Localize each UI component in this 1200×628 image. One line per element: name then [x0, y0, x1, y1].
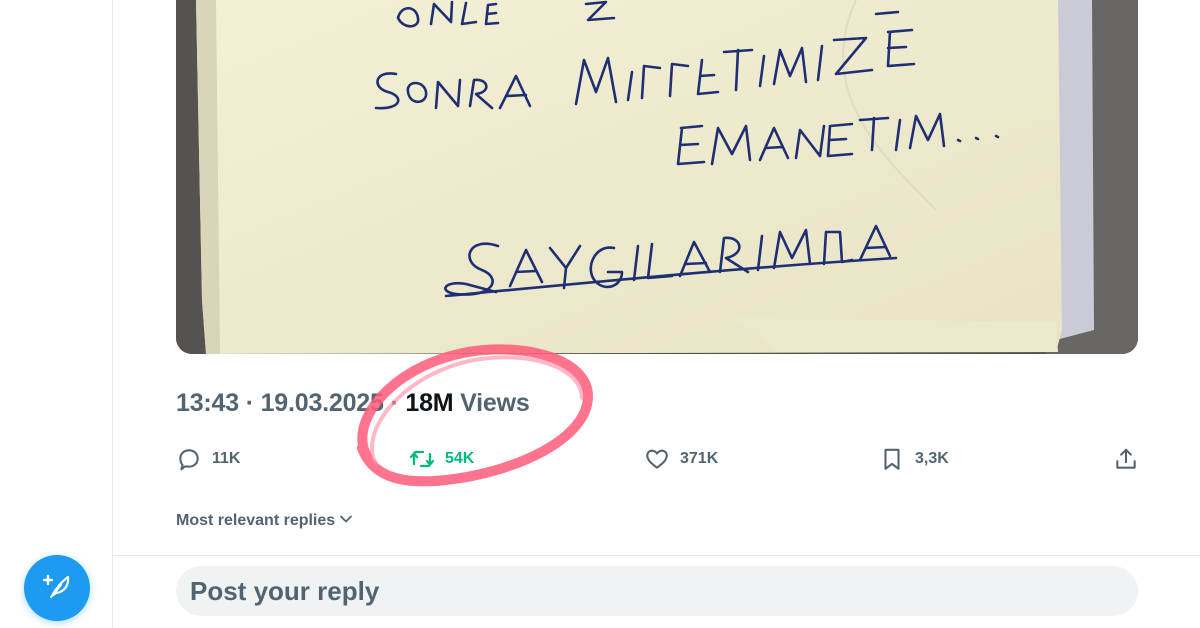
heart-icon: [644, 446, 670, 472]
views-count: 18M: [405, 389, 454, 417]
meta-separator: ·: [245, 389, 254, 417]
compose-post-button[interactable]: [24, 555, 90, 621]
tweet-image[interactable]: [176, 0, 1138, 354]
reply-button[interactable]: 11K: [176, 438, 240, 480]
retweet-icon: [409, 446, 435, 472]
bookmark-button[interactable]: 3,3K: [879, 438, 949, 480]
reply-input[interactable]: Post your reply: [176, 566, 1138, 616]
tweet-actions-bar: 11K 54K 371K 3,3K: [176, 438, 1138, 480]
compose-feather-icon: [42, 571, 72, 606]
bookmark-count: 3,3K: [915, 450, 949, 467]
reply-input-placeholder: Post your reply: [190, 575, 380, 606]
views-label: Views: [460, 389, 530, 417]
bookmark-icon: [879, 446, 905, 472]
left-sidebar: [0, 0, 113, 628]
reply-sort-label: Most relevant replies: [176, 512, 336, 529]
reply-count: 11K: [212, 450, 241, 467]
reply-icon: [176, 446, 202, 472]
reply-sort-dropdown[interactable]: Most relevant replies: [176, 508, 353, 534]
retweet-count: 54K: [445, 450, 475, 467]
share-button[interactable]: [1113, 438, 1139, 480]
retweet-button[interactable]: 54K: [409, 438, 474, 480]
tweet-date[interactable]: 19.03.2025: [261, 389, 384, 417]
tweet-meta: 13:43 · 19.03.2025 · 18M Views: [176, 389, 530, 423]
section-divider: [113, 555, 1200, 556]
chevron-down-icon: [339, 512, 353, 531]
meta-separator: ·: [390, 389, 399, 417]
like-button[interactable]: 371K: [644, 438, 718, 480]
tweet-time[interactable]: 13:43: [176, 389, 239, 417]
tweet-detail-page: 13:43 · 19.03.2025 · 18M Views 11K 54K 3…: [0, 0, 1200, 628]
like-count: 371K: [680, 450, 719, 467]
share-icon: [1113, 446, 1139, 472]
